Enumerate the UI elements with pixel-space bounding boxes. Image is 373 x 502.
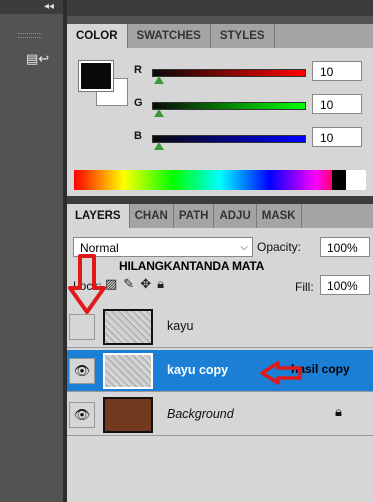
layers-panel: LAYERS CHAN PATH ADJU MASK Normal ⌵ Opac…: [67, 204, 373, 502]
red-left-arrow: [260, 361, 302, 385]
blend-mode-value: Normal: [80, 241, 119, 255]
lock-move-icon[interactable]: ✥: [140, 277, 157, 292]
layer-thumbnail: [103, 397, 153, 433]
red-slider-thumb[interactable]: [154, 76, 164, 84]
black-swatch[interactable]: [332, 170, 346, 190]
green-value-input[interactable]: 10: [312, 94, 362, 114]
blue-value-input[interactable]: 10: [312, 127, 362, 147]
red-down-arrow: [68, 254, 106, 314]
tab-color[interactable]: COLOR: [67, 24, 128, 48]
tab-masks[interactable]: MASK: [257, 204, 302, 228]
layer-thumbnail: [103, 309, 153, 345]
hide-eye-annotation: HILANGKANTANDA MATA: [119, 259, 265, 273]
red-label: R: [134, 64, 142, 76]
color-panel-tabs: COLOR SWATCHES STYLES: [67, 24, 373, 48]
collapse-dock-button[interactable]: ◂◂: [0, 0, 63, 14]
eye-icon[interactable]: 👁︎: [69, 402, 95, 428]
panel-top-strip: [67, 0, 373, 16]
tab-layers[interactable]: LAYERS: [67, 204, 130, 228]
layer-thumbnail: [103, 353, 153, 389]
color-spectrum-ramp[interactable]: [74, 170, 366, 190]
layer-name: kayu: [167, 319, 194, 333]
green-slider-row: G 10: [134, 94, 373, 119]
blue-slider-row: B 10: [134, 127, 373, 152]
red-slider-row: R 10: [134, 61, 373, 86]
chevron-down-icon: ⌵: [240, 242, 248, 253]
blue-slider-track[interactable]: [152, 135, 306, 143]
layer-row-kayu-copy[interactable]: 👁︎ kayu copy hasil copy: [67, 350, 373, 392]
layer-name: Background: [167, 407, 234, 421]
lock-options: ▨✎✥🔒︎: [105, 277, 170, 292]
green-slider-track[interactable]: [152, 102, 306, 110]
eye-icon[interactable]: 👁︎: [69, 358, 95, 384]
green-label: G: [134, 97, 143, 109]
layer-name: kayu copy: [167, 363, 229, 377]
tab-adjustments[interactable]: ADJU: [214, 204, 257, 228]
opacity-input[interactable]: 100%: [320, 237, 370, 257]
foreground-color-swatch[interactable]: [78, 60, 114, 92]
fill-input[interactable]: 100%: [320, 275, 370, 295]
blue-label: B: [134, 130, 142, 142]
dock-grip[interactable]: [18, 33, 42, 38]
green-slider-thumb[interactable]: [154, 109, 164, 117]
tab-styles[interactable]: STYLES: [211, 24, 275, 48]
red-value-input[interactable]: 10: [312, 61, 362, 81]
lock-transparent-icon[interactable]: ▨: [105, 277, 123, 292]
opacity-label: Opacity:: [257, 240, 302, 254]
lock-paint-icon[interactable]: ✎: [123, 277, 140, 292]
lock-icon: 🔒︎: [335, 405, 342, 420]
red-slider-track[interactable]: [152, 69, 306, 77]
tab-channels[interactable]: CHAN: [130, 204, 174, 228]
left-dock: ◂◂ ▤↩: [0, 0, 63, 502]
blue-slider-thumb[interactable]: [154, 142, 164, 150]
layers-panel-tabs: LAYERS CHAN PATH ADJU MASK: [67, 204, 373, 228]
fill-label: Fill:: [295, 280, 314, 294]
layer-row-kayu[interactable]: kayu: [67, 306, 373, 348]
visibility-toggle-empty[interactable]: [69, 314, 95, 340]
history-icon[interactable]: ▤↩: [26, 52, 49, 70]
color-panel: COLOR SWATCHES STYLES R 10 G 10 B 10: [67, 24, 373, 196]
tab-swatches[interactable]: SWATCHES: [128, 24, 211, 48]
tab-paths[interactable]: PATH: [174, 204, 215, 228]
layer-row-background[interactable]: 👁︎ Background 🔒︎: [67, 394, 373, 436]
white-swatch[interactable]: [346, 170, 366, 190]
panel-divider[interactable]: [67, 196, 373, 204]
lock-all-icon[interactable]: 🔒︎: [157, 277, 170, 292]
